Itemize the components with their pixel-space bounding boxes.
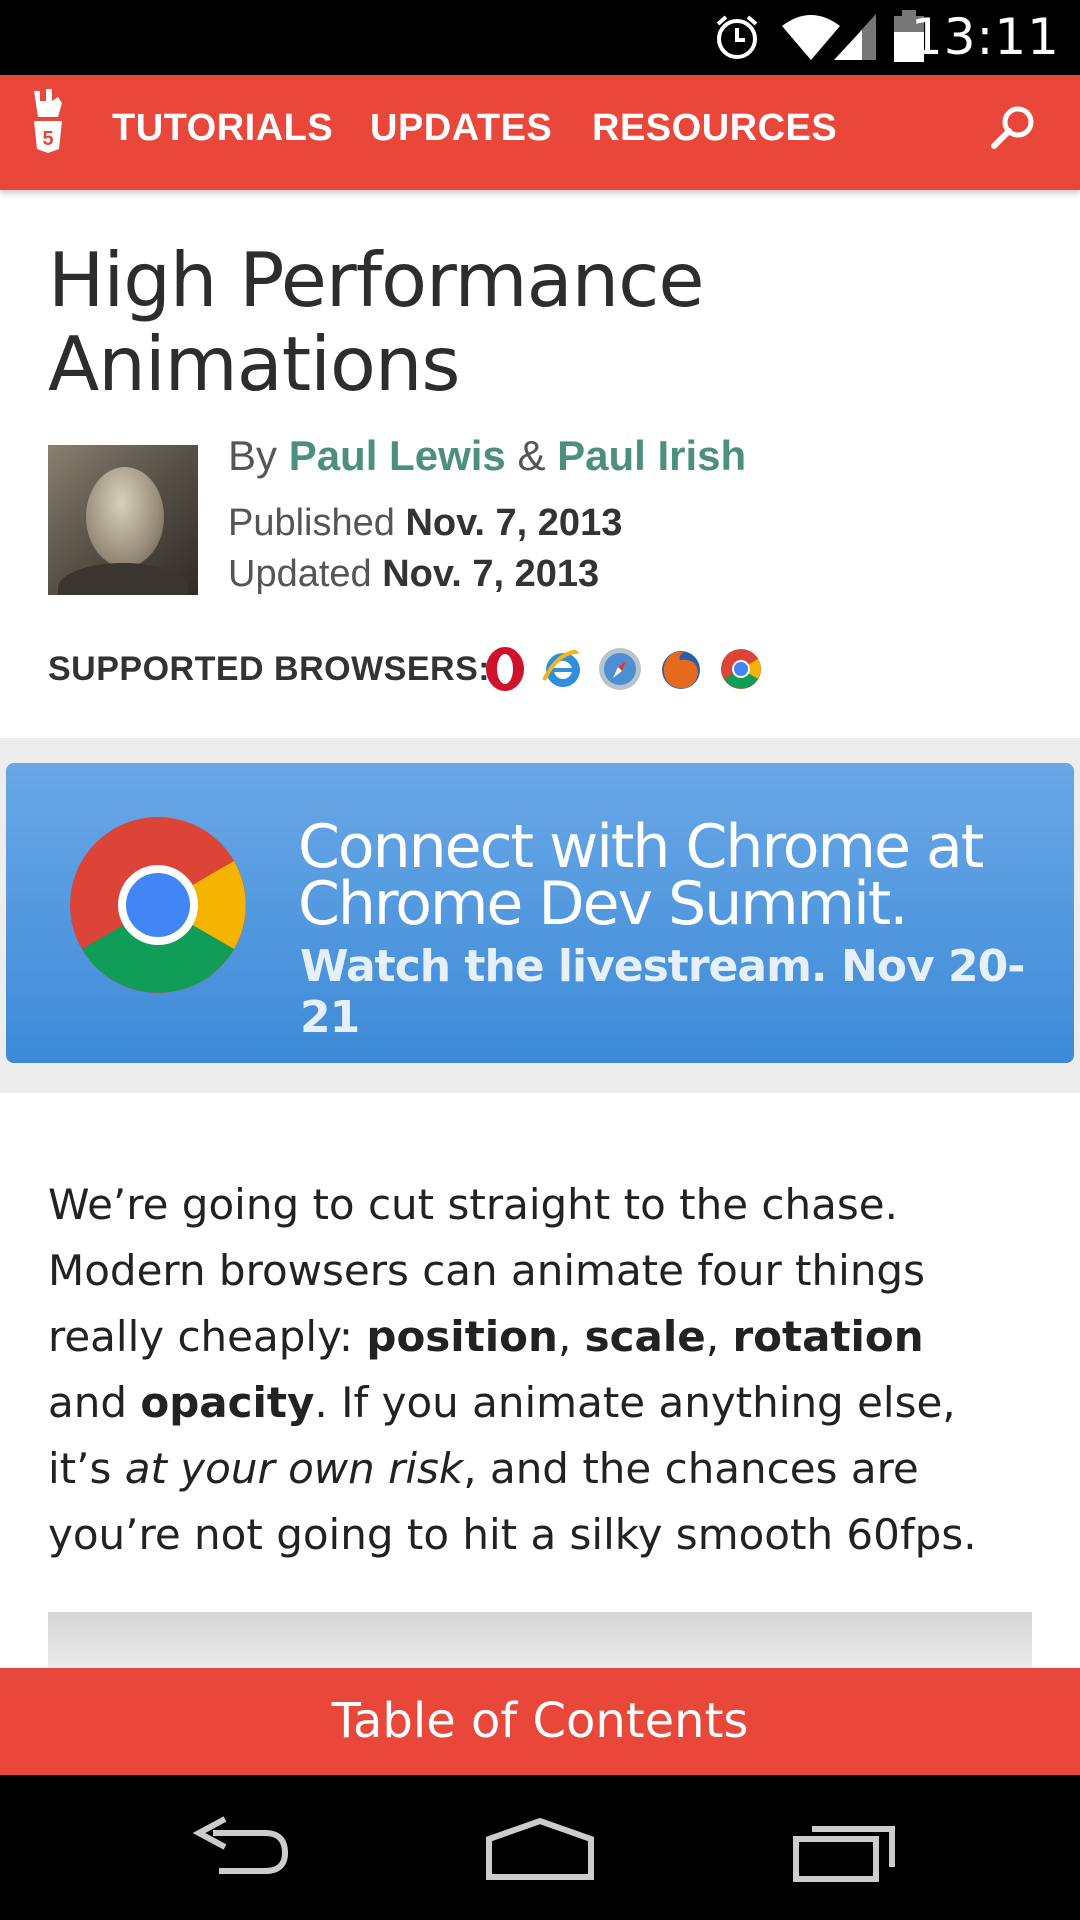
bold-scale: scale bbox=[584, 1312, 706, 1361]
back-icon[interactable] bbox=[185, 1815, 295, 1885]
home-icon[interactable] bbox=[485, 1815, 595, 1885]
article-figure bbox=[48, 1612, 1032, 1672]
updated-meta: Updated Nov. 7, 2013 bbox=[228, 553, 599, 596]
nav-resources[interactable]: RESOURCES bbox=[592, 107, 837, 150]
nav-updates[interactable]: UPDATES bbox=[370, 107, 552, 150]
recent-apps-icon[interactable] bbox=[790, 1815, 900, 1885]
top-nav: 5 TUTORIALS UPDATES RESOURCES bbox=[0, 75, 1080, 190]
updated-label: Updated bbox=[228, 553, 372, 595]
author-link-paul-lewis[interactable]: Paul Lewis bbox=[289, 432, 506, 479]
published-date: Nov. 7, 2013 bbox=[405, 502, 623, 544]
bold-rotation: rotation bbox=[732, 1312, 924, 1361]
by-label: By bbox=[228, 432, 278, 479]
svg-text:5: 5 bbox=[42, 128, 53, 150]
ie-icon bbox=[542, 649, 585, 687]
chrome-logo-icon bbox=[70, 817, 246, 993]
firefox-icon bbox=[662, 651, 700, 689]
status-bar: 13:11 bbox=[0, 0, 1080, 75]
banner-line-1: Connect with Chrome at bbox=[298, 812, 984, 882]
comma-2: , bbox=[705, 1312, 733, 1361]
banner-line-2: Chrome Dev Summit. bbox=[298, 869, 908, 939]
table-of-contents-button[interactable]: Table of Contents bbox=[0, 1668, 1080, 1775]
article-intro-paragraph: We’re going to cut straight to the chase… bbox=[48, 1172, 1008, 1568]
comma-1: , bbox=[557, 1312, 585, 1361]
system-nav-bar bbox=[0, 1775, 1080, 1920]
title-line-1: High Performance bbox=[48, 236, 704, 324]
intro-text-2: and bbox=[48, 1378, 141, 1427]
status-time: 13:11 bbox=[910, 8, 1060, 66]
screen: 13:11 5 TUTORIALS UPDATES RESOURCES High… bbox=[0, 0, 1080, 1920]
amp: & bbox=[517, 432, 546, 479]
byline: By Paul Lewis & Paul Irish bbox=[228, 432, 746, 480]
chrome-dev-summit-banner[interactable]: Connect with Chrome at Chrome Dev Summit… bbox=[6, 763, 1074, 1063]
supported-browsers-label: SUPPORTED BROWSERS: bbox=[48, 650, 491, 688]
published-meta: Published Nov. 7, 2013 bbox=[228, 502, 622, 545]
html5-rocks-logo[interactable]: 5 bbox=[28, 87, 68, 157]
page-title: High Performance Animations bbox=[48, 238, 948, 406]
signal-icon bbox=[834, 14, 876, 60]
bold-position: position bbox=[366, 1312, 558, 1361]
italic-at-your-own-risk: at your own risk bbox=[124, 1444, 464, 1493]
safari-icon bbox=[599, 648, 641, 690]
alarm-icon bbox=[716, 15, 758, 59]
banner-line-3: Watch the livestream. Nov 20-21 bbox=[300, 941, 1026, 1043]
avatar-head bbox=[86, 467, 164, 567]
opera-icon bbox=[486, 647, 524, 691]
nav-tutorials[interactable]: TUTORIALS bbox=[112, 107, 333, 150]
author-link-paul-irish[interactable]: Paul Irish bbox=[557, 432, 746, 479]
title-line-2: Animations bbox=[48, 320, 460, 408]
author-avatar bbox=[48, 445, 198, 595]
chrome-icon bbox=[721, 649, 761, 689]
bold-opacity: opacity bbox=[140, 1378, 315, 1427]
updated-date: Nov. 7, 2013 bbox=[382, 553, 600, 595]
published-label: Published bbox=[228, 502, 395, 544]
search-icon[interactable] bbox=[988, 103, 1038, 153]
avatar-shoulders bbox=[58, 563, 188, 595]
